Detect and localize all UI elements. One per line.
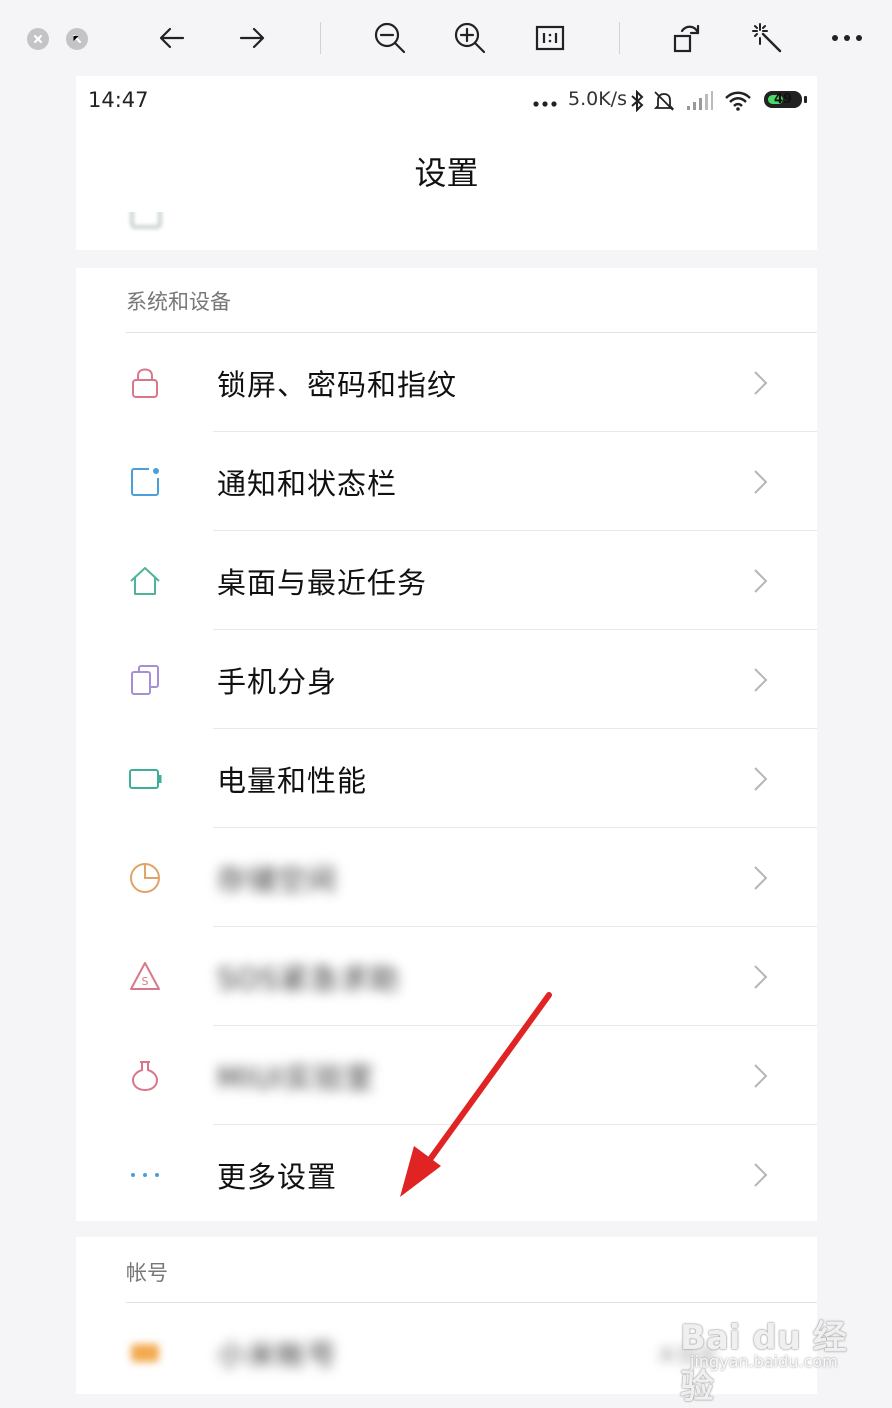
settings-row-sos[interactable]: S SOS紧急求助: [76, 927, 817, 1026]
row-label: 更多设置: [217, 1160, 338, 1194]
home-icon: [130, 567, 160, 595]
actual-size-button[interactable]: [526, 14, 574, 62]
more-horizontal-icon: [832, 35, 862, 41]
minimize-icon: [72, 34, 82, 44]
section-header: 系统和设备: [126, 290, 231, 314]
row-label: 小米帐号: [217, 1338, 338, 1372]
signal-icon: [687, 91, 713, 110]
battery-tip: [804, 96, 807, 103]
watermark-logo: Bai du 经验 jingyan.baidu.com: [680, 1300, 860, 1407]
zoom-out-icon: [374, 22, 406, 54]
chevron-right-icon: [754, 767, 768, 791]
section-header: 帐号: [126, 1261, 168, 1285]
title-bar: 设置: [76, 126, 817, 213]
status-bar: 14:47 5.0K/s 49: [76, 76, 817, 126]
row-label: 存储空间: [217, 863, 338, 897]
toolbar-divider: [619, 22, 620, 54]
battery-icon: [129, 769, 162, 789]
sos-icon: S: [130, 962, 160, 990]
wifi-icon: [725, 91, 751, 111]
settings-row-home-screen[interactable]: 桌面与最近任务: [76, 531, 817, 630]
silent-bell-icon: [653, 91, 675, 111]
window-minimize-button[interactable]: [66, 28, 88, 50]
chevron-right-icon: [754, 470, 768, 494]
zoom-in-button[interactable]: [446, 14, 494, 62]
settings-row-lock-screen[interactable]: 锁屏、密码和指纹: [76, 333, 817, 432]
network-speed: 5.0K/s: [568, 88, 627, 110]
window-close-button[interactable]: [27, 28, 49, 50]
lock-icon: [132, 368, 158, 398]
status-time: 14:47: [88, 88, 149, 112]
storage-icon: [130, 863, 160, 893]
arrow-left-icon: [159, 27, 185, 49]
lab-flask-icon: [131, 1061, 159, 1092]
chevron-right-icon: [754, 866, 768, 890]
rotate-button[interactable]: [663, 14, 711, 62]
close-icon: [33, 34, 43, 44]
row-label: MIUI实验室: [217, 1061, 375, 1095]
chevron-right-icon: [754, 371, 768, 395]
toolbar-divider: [320, 22, 321, 54]
clone-icon: [131, 665, 159, 695]
previous-section-fragment: [76, 212, 817, 250]
chevron-right-icon: [754, 569, 768, 593]
settings-row-notifications[interactable]: 通知和状态栏: [76, 432, 817, 531]
settings-row-dual-apps[interactable]: 手机分身: [76, 630, 817, 729]
settings-row-battery[interactable]: 电量和性能: [76, 729, 817, 828]
more-options-button[interactable]: [823, 14, 871, 62]
actual-size-icon: [535, 25, 565, 51]
rotate-icon: [673, 24, 700, 53]
section-system-devices: 系统和设备 锁屏、密码和指纹 通知和状态栏 桌面与最近任务 手机分身 电量和性能…: [76, 268, 817, 1221]
zoom-in-icon: [454, 22, 486, 54]
row-label: 手机分身: [217, 665, 338, 699]
chevron-right-icon: [754, 965, 768, 989]
bluetooth-icon: [631, 90, 644, 112]
back-button[interactable]: [148, 14, 196, 62]
chevron-right-icon: [754, 1163, 768, 1187]
battery-level: 49: [773, 92, 793, 107]
enhance-button[interactable]: [743, 14, 791, 62]
row-label: 电量和性能: [217, 764, 368, 798]
phone-screen: 14:47 5.0K/s 49 设置 系统和设备 锁屏、密码和指纹 通知和状态栏: [76, 76, 817, 1394]
partial-icon: [131, 212, 161, 228]
page-title: 设置: [414, 154, 479, 192]
settings-row-more-settings[interactable]: 更多设置: [76, 1125, 817, 1224]
row-label: 桌面与最近任务: [217, 566, 428, 600]
section-gap: [76, 250, 817, 268]
settings-row-lab[interactable]: MIUI实验室: [76, 1026, 817, 1125]
more-dots-icon: [131, 1173, 159, 1177]
forward-button[interactable]: [228, 14, 276, 62]
zoom-out-button[interactable]: [366, 14, 414, 62]
section-gap: [76, 1221, 817, 1237]
svg-text:S: S: [142, 975, 149, 988]
row-label: SOS紧急求助: [217, 962, 400, 996]
arrow-right-icon: [239, 27, 265, 49]
status-more-icon: [533, 101, 557, 107]
settings-row-storage[interactable]: 存储空间: [76, 828, 817, 927]
magic-wand-icon: [752, 23, 782, 53]
image-viewer-toolbar: [0, 0, 892, 76]
chevron-right-icon: [754, 1064, 768, 1088]
row-label: 通知和状态栏: [217, 467, 398, 501]
chevron-right-icon: [754, 668, 768, 692]
notification-icon: [131, 468, 159, 496]
row-label: 锁屏、密码和指纹: [217, 368, 458, 402]
watermark-url: jingyan.baidu.com: [690, 1352, 838, 1371]
mi-account-icon: [131, 1344, 159, 1362]
